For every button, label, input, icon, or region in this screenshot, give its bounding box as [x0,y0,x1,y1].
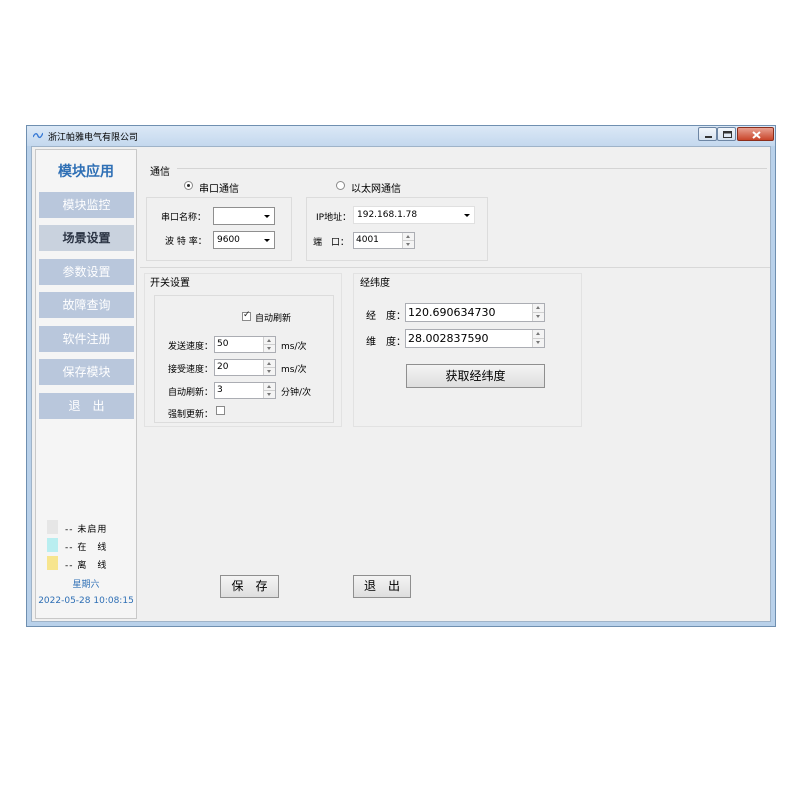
minimize-icon [705,136,712,138]
force-update-label: 强制更新： [168,410,214,420]
auto-refresh-checkbox[interactable] [242,310,251,321]
port-value: 4001 [356,235,379,245]
legend-swatch-offline [47,556,58,570]
datetime-label: 2022-05-28 10:08:15 [38,596,134,606]
ip-address-label: IP地址： [316,213,352,223]
legend-swatch-disabled [47,520,58,534]
minimize-button[interactable] [698,127,717,141]
app-window: 浙江帕雅电气有限公司 模块应用 模块监控 场景设置 参数设置 故障查询 软件注册… [26,125,776,627]
stepper-down-icon[interactable] [264,345,275,352]
port-stepper[interactable]: 4001 [353,232,415,249]
serial-radio[interactable] [184,181,193,190]
baud-rate-value: 9600 [217,235,240,245]
longitude-label: 经 度： [366,311,406,322]
port-name-select[interactable] [213,207,275,225]
recv-speed-unit: ms/次 [281,365,307,375]
longitude-stepper-buttons [532,304,544,321]
maximize-icon [723,131,732,138]
switch-group-title: 开关设置 [150,278,190,289]
recv-speed-label: 接受速度： [168,365,214,375]
geo-settings-group [353,273,582,427]
stepper-down-icon[interactable] [533,313,544,321]
sidebar-item-software-registration[interactable]: 软件注册 [39,326,134,352]
sidebar-item-scene-settings[interactable]: 场景设置 [39,225,134,251]
sidebar-item-fault-query[interactable]: 故障查询 [39,292,134,318]
close-icon [752,131,761,139]
force-update-checkbox[interactable] [216,406,225,415]
port-stepper-buttons [402,233,414,248]
sidebar-item-exit[interactable]: 退 出 [39,393,134,419]
baud-rate-select[interactable]: 9600 [213,231,275,249]
send-speed-value: 50 [217,339,229,349]
stepper-up-icon[interactable] [533,330,544,339]
ip-address-select[interactable]: 192.168.1.78 [353,206,475,224]
stepper-up-icon[interactable] [264,337,275,345]
send-speed-label: 发送速度： [168,342,214,352]
sidebar-title: 模块应用 [58,164,114,180]
app-logo-icon [33,132,43,139]
legend-label-online: -- 在 线 [65,543,108,553]
exit-button[interactable]: 退 出 [353,575,411,598]
section-divider [140,267,770,268]
weekday-label: 星期六 [72,580,100,590]
auto-refresh-interval-value: 3 [217,385,223,395]
fetch-coordinates-button[interactable]: 获取经纬度 [406,364,545,388]
serial-settings-box: 串口名称： 波 特 率： 9600 [146,197,292,261]
stepper-down-icon[interactable] [403,241,414,248]
main-panel: 通信 串口通信 以太网通信 串口名称： 波 特 率： 9600 IP地址： 19… [140,149,770,619]
comm-group-title: 通信 [150,167,170,178]
baud-rate-label: 波 特 率： [165,237,207,247]
stepper-up-icon[interactable] [403,233,414,241]
stepper-up-icon[interactable] [264,360,275,368]
comm-group-divider [177,168,767,169]
legend-label-disabled: -- 未启用 [65,525,108,535]
sidebar-item-save-module[interactable]: 保存模块 [39,359,134,385]
ethernet-radio[interactable] [336,181,345,190]
chevron-down-icon [264,215,270,218]
ethernet-radio-label[interactable]: 以太网通信 [351,180,401,195]
recv-speed-value: 20 [217,362,229,372]
ethernet-settings-box: IP地址： 192.168.1.78 端 口： 4001 [306,197,488,261]
stepper-up-icon[interactable] [533,304,544,313]
geo-group-title: 经纬度 [360,278,390,289]
send-speed-unit: ms/次 [281,342,307,352]
send-speed-stepper-buttons [263,337,275,352]
latitude-value: 28.002837590 [408,332,489,345]
auto-refresh-interval-unit: 分钟/次 [281,388,312,398]
serial-radio-label[interactable]: 串口通信 [199,180,239,195]
longitude-value: 120.690634730 [408,306,496,319]
sidebar: 模块应用 模块监控 场景设置 参数设置 故障查询 软件注册 保存模块 退 出 -… [35,149,137,619]
close-button[interactable] [737,127,774,141]
maximize-button[interactable] [717,127,736,141]
recv-speed-stepper[interactable]: 20 [214,359,276,376]
legend-swatch-online [47,538,58,552]
auto-refresh-interval-stepper[interactable]: 3 [214,382,276,399]
save-button[interactable]: 保 存 [220,575,279,598]
client-area: 模块应用 模块监控 场景设置 参数设置 故障查询 软件注册 保存模块 退 出 -… [31,146,771,622]
latitude-field[interactable]: 28.002837590 [405,329,545,348]
stepper-down-icon[interactable] [264,368,275,375]
window-title: 浙江帕雅电气有限公司 [48,133,139,143]
auto-refresh-label[interactable]: 自动刷新 [255,311,291,324]
auto-refresh-interval-stepper-buttons [263,383,275,398]
stepper-down-icon[interactable] [264,391,275,398]
chevron-down-icon [264,239,270,242]
chevron-down-icon [464,214,470,217]
send-speed-stepper[interactable]: 50 [214,336,276,353]
auto-refresh-interval-label: 自动刷新： [168,388,214,398]
switch-settings-box: 自动刷新 发送速度： 50 ms/次 接受速度： 20 ms/次 自动刷新： 3 [154,295,334,423]
sidebar-item-module-monitor[interactable]: 模块监控 [39,192,134,218]
latitude-label: 维 度： [366,337,406,348]
title-bar[interactable]: 浙江帕雅电气有限公司 [27,126,775,146]
ip-address-value: 192.168.1.78 [357,210,418,220]
recv-speed-stepper-buttons [263,360,275,375]
port-name-label: 串口名称： [161,213,207,223]
legend-label-offline: -- 离 线 [65,561,108,571]
latitude-stepper-buttons [532,330,544,347]
sidebar-item-parameter-settings[interactable]: 参数设置 [39,259,134,285]
stepper-up-icon[interactable] [264,383,275,391]
longitude-field[interactable]: 120.690634730 [405,303,545,322]
stepper-down-icon[interactable] [533,339,544,347]
port-label: 端 口： [313,238,350,248]
